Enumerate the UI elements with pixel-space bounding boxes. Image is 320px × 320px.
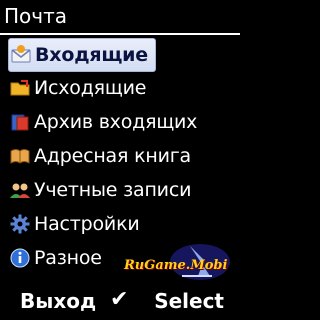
- menu-item-archive[interactable]: Архив входящих: [8, 106, 228, 138]
- watermark-text: RuGame.Mobi: [124, 258, 228, 273]
- title-divider: [0, 33, 240, 35]
- menu-item-address-book[interactable]: Адресная книга: [8, 140, 228, 172]
- select-softkey[interactable]: Select: [154, 289, 224, 313]
- menu-item-outbox[interactable]: Исходящие: [8, 72, 228, 104]
- address-book-icon: [8, 144, 32, 168]
- menu-item-label: Архив входящих: [34, 111, 198, 133]
- menu-item-inbox[interactable]: Входящие: [8, 38, 156, 72]
- confirm-check-icon[interactable]: ✔: [110, 287, 128, 312]
- menu-item-label: Настройки: [34, 213, 140, 235]
- menu-item-label: Разное: [34, 247, 102, 269]
- gear-icon: [8, 212, 32, 236]
- app-title: Почта: [4, 4, 67, 28]
- archive-icon: [8, 110, 32, 134]
- info-icon: [8, 246, 32, 270]
- accounts-icon: [8, 178, 32, 202]
- softkey-bar: Выход ✔ Select: [0, 282, 240, 320]
- menu-item-label: Исходящие: [34, 77, 147, 99]
- menu-item-accounts[interactable]: Учетные записи: [8, 174, 228, 206]
- watermark-logo: RuGame.Mobi: [108, 236, 232, 282]
- menu-item-label: Адресная книга: [34, 145, 191, 167]
- menu-item-label: Учетные записи: [34, 179, 192, 201]
- exit-softkey[interactable]: Выход: [20, 289, 96, 313]
- menu-item-label: Входящие: [35, 44, 148, 66]
- outbox-folder-icon: [8, 76, 32, 100]
- inbox-icon: [9, 43, 33, 67]
